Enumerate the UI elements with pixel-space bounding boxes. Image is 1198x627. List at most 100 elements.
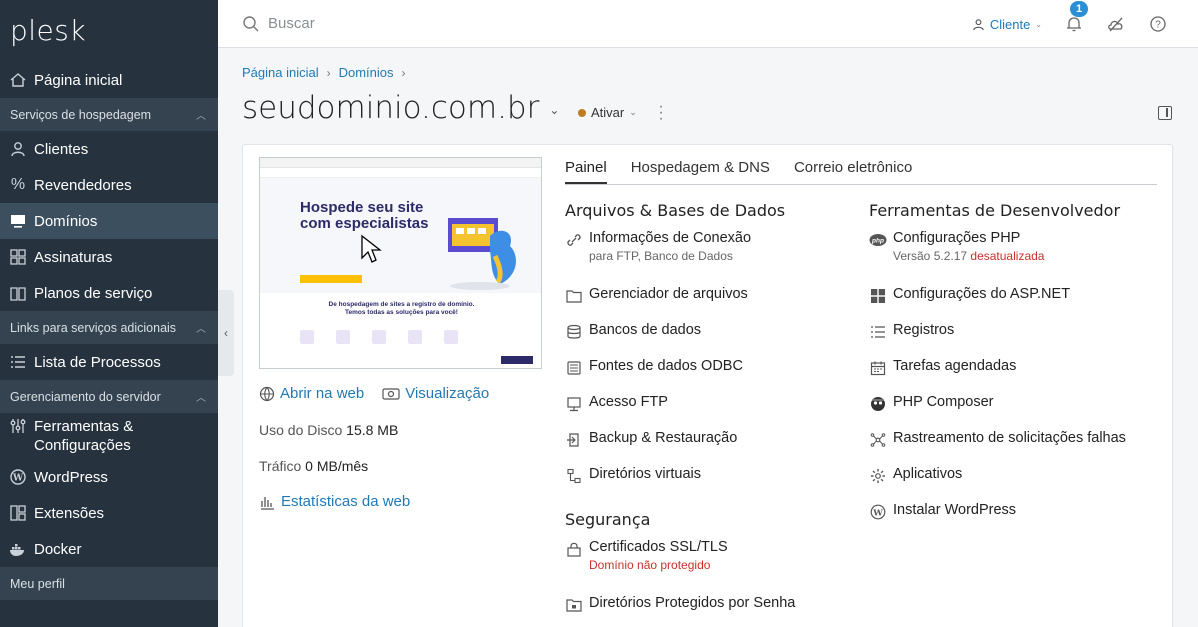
preview-link[interactable]: Visualização [382,385,489,402]
section-title: Arquivos & Bases de Dados [565,201,786,220]
databases-item[interactable]: Bancos de dados [565,322,855,358]
tool-label: Certificados SSL/TLS [589,539,728,555]
sidebar-item-service-plans[interactable]: Planos de serviço [0,275,218,311]
breadcrumb-home[interactable]: Página inicial [242,65,319,80]
user-menu[interactable]: Cliente ⌄ [972,17,1042,32]
ftp-access-item[interactable]: Acesso FTP [565,394,855,430]
sidebar-item-docker[interactable]: Docker [0,531,218,567]
sidebar-item-home[interactable]: Página inicial [0,62,218,98]
tool-label: Backup & Restauração [589,430,738,446]
extensions-icon [9,504,27,522]
sidebar-item-resellers[interactable]: % Revendedores [0,167,218,203]
plesk-logo[interactable]: plesk [0,0,218,62]
domain-name: seudominio.com.br [242,90,540,126]
scheduled-tasks-item[interactable]: Tarefas agendadas [869,358,1164,394]
applications-item[interactable]: Aplicativos [869,466,1164,502]
traffic: Tráfico 0 MB/mês [259,458,368,474]
ssl-certificates-item[interactable]: Certificados SSL/TLS Domínio não protegi… [565,539,855,595]
install-wordpress-item[interactable]: W Instalar WordPress [869,502,1164,538]
preview-subheadline: De hospedagem de sites a registro de dom… [260,301,541,317]
files-databases-section: Arquivos & Bases de Dados Informações de… [565,201,855,627]
sidebar-item-label: Configurações [34,437,131,454]
domain-status-dropdown[interactable]: Ativar ⌄ [578,105,637,120]
tool-label: Bancos de dados [589,322,702,338]
section-title: Ferramentas de Desenvolvedor [869,201,1121,220]
tab-hosting-dns[interactable]: Hospedagem & DNS [631,159,770,184]
status-label: Ativar [591,105,625,120]
sliders-icon [9,417,27,435]
backup-restore-item[interactable]: Backup & Restauração [565,430,855,466]
eye-icon [382,387,400,401]
connection-info-item[interactable]: Informações de Conexão para FTP, Banco d… [565,230,855,286]
php-settings-item[interactable]: php Configurações PHP Versão 5.2.17 desa… [869,230,1164,286]
preview-headline: Hospede seu site com especialistas [300,200,428,232]
sidebar: plesk Página inicial Serviços de hospeda… [0,0,218,627]
site-links: Abrir na web Visualização [259,385,489,402]
section-title: Segurança [565,510,651,529]
user-icon [9,140,27,158]
tool-label: Aplicativos [893,466,963,482]
top-right-controls: Cliente ⌄ 1 ? [972,0,1168,48]
cursor-icon [361,234,382,263]
notifications-button[interactable]: 1 [1064,1,1088,34]
preview-label: Visualização [405,385,490,402]
php-composer-item[interactable]: PHP Composer [869,394,1164,430]
sidebar-item-label: Domínios [34,212,98,230]
tool-label: Acesso FTP [589,394,668,410]
nav-group-profile[interactable]: Meu perfil [0,567,218,600]
help-button[interactable]: ? [1148,14,1168,34]
user-menu-label: Cliente [989,16,1031,32]
sidebar-item-subscriptions[interactable]: Assinaturas [0,239,218,275]
breadcrumb-domains[interactable]: Domínios [339,65,394,80]
odbc-item[interactable]: Fontes de dados ODBC [565,358,855,394]
password-protected-dirs-item[interactable]: Diretórios Protegidos por Senha [565,595,855,627]
search-input[interactable] [268,15,568,32]
domain-switch-dropdown[interactable]: ⌄ [549,103,559,117]
svg-text:?: ? [1155,20,1161,31]
tool-label: Diretórios Protegidos por Senha [589,595,796,611]
docker-icon [9,540,27,558]
tool-label: Configurações do ASP.NET [893,286,1071,302]
preview-cta [300,275,362,283]
open-in-web-label: Abrir na web [280,385,365,402]
tool-label: Tarefas agendadas [893,358,1017,374]
odbc-icon [565,359,583,377]
sidebar-item-clients[interactable]: Clientes [0,131,218,167]
list-icon [9,353,27,371]
nav-group-server[interactable]: Gerenciamento do servidor ︿ [0,380,218,413]
sidebar-item-domains[interactable]: Domínios [0,203,218,239]
preview-mascot-image [448,218,516,290]
composer-icon [869,395,887,413]
sitemap-icon [565,467,583,485]
tab-dashboard[interactable]: Painel [565,159,607,184]
grid-icon [9,248,27,266]
web-statistics-link[interactable]: Estatísticas da web [259,493,410,510]
folder-icon [565,287,583,305]
sidebar-item-wordpress[interactable]: W WordPress [0,459,218,495]
user-icon [972,18,985,31]
cloud-status-button[interactable] [1106,14,1126,34]
file-manager-item[interactable]: Gerenciador de arquivos [565,286,855,322]
monitor-icon [9,212,27,230]
open-in-web-link[interactable]: Abrir na web [259,385,364,402]
nav-group-hosting[interactable]: Serviços de hospedagem ︿ [0,98,218,131]
calendar-icon [869,359,887,377]
virtual-directories-item[interactable]: Diretórios virtuais [565,466,855,502]
failed-request-tracing-item[interactable]: Rastreamento de solicitações falhas [869,430,1164,466]
aspnet-settings-item[interactable]: Configurações do ASP.NET [869,286,1164,322]
logs-item[interactable]: Registros [869,322,1164,358]
more-actions-button[interactable]: · · · [656,99,666,127]
sidebar-item-label: Lista de Processos [34,353,161,371]
tool-label: Gerenciador de arquivos [589,286,748,302]
link-icon [565,231,583,249]
sidebar-item-processes[interactable]: Lista de Processos [0,344,218,380]
side-panel-toggle-icon[interactable] [1158,106,1172,120]
nav-group-links[interactable]: Links para serviços adicionais ︿ [0,311,218,344]
site-preview-thumbnail[interactable]: Hospede seu site com especialistas De ho… [259,157,542,369]
tab-mail[interactable]: Correio eletrônico [794,159,912,184]
sidebar-item-extensions[interactable]: Extensões [0,495,218,531]
sidebar-item-tools-settings[interactable]: Ferramentas & Configurações [0,413,218,459]
disk-usage-label: Uso do Disco [259,422,343,438]
search-box [242,15,842,33]
disk-usage-value: 15.8 MB [346,422,399,438]
